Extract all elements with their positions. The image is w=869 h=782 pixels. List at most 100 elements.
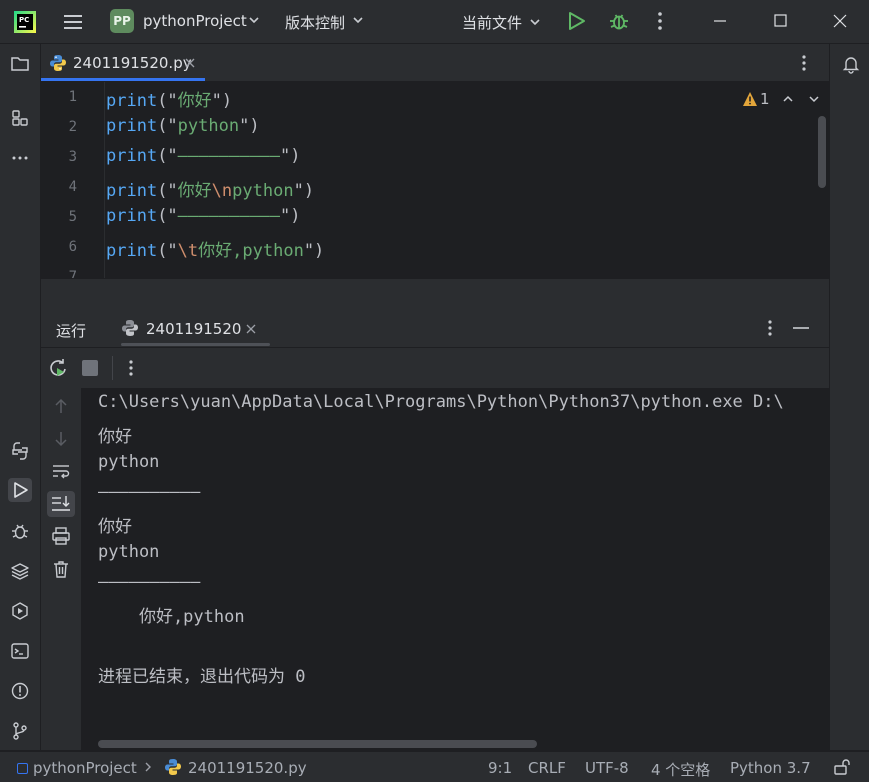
editor-scrollbar[interactable] — [818, 116, 826, 188]
line-number: 3 — [68, 149, 77, 165]
chevron-down-icon[interactable] — [352, 14, 364, 26]
hide-panel-icon[interactable] — [792, 320, 810, 336]
code-escape: \t — [177, 241, 199, 261]
code-close: ") — [303, 241, 325, 261]
services-icon[interactable] — [8, 599, 32, 623]
indent-setting[interactable]: 4 个空格 — [651, 759, 710, 780]
line-separator[interactable]: CRLF — [528, 759, 566, 777]
python-interpreter[interactable]: Python 3.7 — [730, 759, 811, 777]
arrow-down-icon[interactable] — [51, 429, 71, 449]
panel-divider[interactable] — [41, 278, 829, 309]
scroll-to-end-toggle[interactable] — [47, 491, 75, 517]
file-encoding[interactable]: UTF-8 — [585, 759, 629, 777]
code-close: ") — [211, 91, 233, 111]
structure-icon[interactable] — [8, 106, 32, 130]
code-open: (" — [157, 146, 178, 166]
main-menu-icon[interactable] — [62, 11, 84, 33]
notifications-bell-icon[interactable] — [841, 54, 861, 74]
chevron-down-icon[interactable] — [248, 14, 260, 26]
lock-icon[interactable] — [832, 757, 852, 777]
code-string: python — [177, 116, 240, 136]
pycharm-logo-icon[interactable]: PC — [14, 11, 36, 33]
caret-position[interactable]: 9:1 — [488, 759, 512, 777]
console-exit-message: 进程已结束，退出代码为 0 — [98, 667, 306, 687]
code-string: —————————— — [177, 146, 281, 166]
code-line-5[interactable]: print("——————————") — [106, 206, 301, 226]
project-folder-icon[interactable] — [8, 52, 32, 76]
vcs-menu[interactable]: 版本控制 — [285, 12, 345, 33]
console-side-toolbar — [41, 388, 82, 750]
code-function: print — [106, 241, 158, 261]
code-function: print — [106, 91, 158, 111]
python-file-icon — [164, 758, 182, 776]
code-function: print — [106, 206, 158, 226]
print-icon[interactable] — [51, 526, 71, 546]
console-horizontal-scrollbar[interactable] — [98, 740, 537, 748]
project-badge: PP — [110, 9, 134, 33]
line-number: 2 — [68, 119, 77, 135]
next-highlight-icon[interactable] — [808, 93, 820, 105]
code-function: print — [106, 181, 158, 201]
warning-count[interactable]: 1 — [760, 90, 770, 108]
tab-more-icon[interactable] — [798, 54, 810, 72]
line-number: 5 — [68, 209, 77, 225]
editor-tab-label[interactable]: 2401191520.py — [73, 54, 192, 72]
editor-tab-bar: 2401191520.py — [41, 44, 829, 82]
more-vertical-icon[interactable] — [125, 359, 137, 377]
code-string: 你好,python — [198, 241, 304, 261]
soft-wrap-icon[interactable] — [51, 461, 71, 481]
code-editor[interactable]: 1 2 3 4 5 6 7 print("你好") print("python"… — [41, 82, 829, 278]
line-number: 6 — [68, 239, 77, 255]
minimize-window-icon[interactable] — [712, 13, 728, 29]
run-button[interactable] — [566, 11, 586, 31]
debug-bug-icon[interactable] — [608, 10, 630, 32]
terminal-icon[interactable] — [8, 639, 32, 663]
code-line-3[interactable]: print("——————————") — [106, 146, 301, 166]
left-tool-strip — [0, 44, 41, 750]
code-close: ") — [280, 206, 301, 226]
code-line-4[interactable]: print("你好\npython") — [106, 176, 314, 201]
console-line: 你好 — [98, 517, 132, 537]
run-toolbar — [41, 348, 829, 389]
active-tab-indicator — [41, 78, 205, 81]
code-line-2[interactable]: print("python") — [106, 116, 260, 136]
tab-run[interactable]: 运行 — [56, 320, 86, 341]
arrow-up-icon[interactable] — [51, 396, 71, 416]
close-tab-icon[interactable] — [245, 323, 257, 335]
run-console-output[interactable]: C:\Users\yuan\AppData\Local\Programs\Pyt… — [82, 388, 829, 750]
run-config-selector[interactable]: 当前文件 — [462, 12, 522, 33]
maximize-window-icon[interactable] — [773, 13, 789, 29]
chevron-down-icon[interactable] — [529, 16, 541, 28]
toolbar-separator — [112, 356, 113, 380]
rerun-icon[interactable] — [48, 358, 68, 378]
previous-highlight-icon[interactable] — [782, 93, 794, 105]
debug-tool-icon[interactable] — [8, 519, 32, 543]
layers-icon[interactable] — [8, 559, 32, 583]
git-branch-icon[interactable] — [8, 719, 32, 743]
breadcrumb-project[interactable]: pythonProject — [33, 759, 137, 777]
code-line-6[interactable]: print("\t你好,python") — [106, 236, 324, 261]
gutter-divider — [104, 82, 105, 278]
panel-options-icon[interactable] — [764, 319, 776, 337]
run-tool-icon[interactable] — [8, 478, 32, 502]
right-tool-strip — [829, 44, 869, 750]
status-bar: pythonProject 2401191520.py 9:1 CRLF UTF… — [0, 751, 869, 782]
project-selector[interactable]: pythonProject — [143, 12, 247, 30]
close-window-icon[interactable] — [832, 13, 848, 29]
warning-icon[interactable] — [742, 91, 758, 107]
problems-icon[interactable] — [8, 679, 32, 703]
code-close: ") — [239, 116, 260, 136]
more-vertical-icon[interactable] — [652, 11, 668, 31]
more-horizontal-icon[interactable] — [8, 146, 32, 170]
breadcrumb-file[interactable]: 2401191520.py — [188, 759, 307, 777]
python-console-icon[interactable] — [8, 439, 32, 463]
console-line: C:\Users\yuan\AppData\Local\Programs\Pyt… — [98, 392, 784, 412]
tab-run-file[interactable]: 2401191520 — [146, 320, 241, 338]
python-file-icon — [121, 319, 139, 337]
trash-icon[interactable] — [51, 559, 71, 579]
code-string: —————————— — [177, 206, 281, 226]
close-tab-icon[interactable] — [184, 57, 196, 69]
code-open: (" — [157, 206, 178, 226]
stop-icon[interactable] — [82, 360, 98, 376]
code-line-1[interactable]: print("你好") — [106, 86, 232, 111]
